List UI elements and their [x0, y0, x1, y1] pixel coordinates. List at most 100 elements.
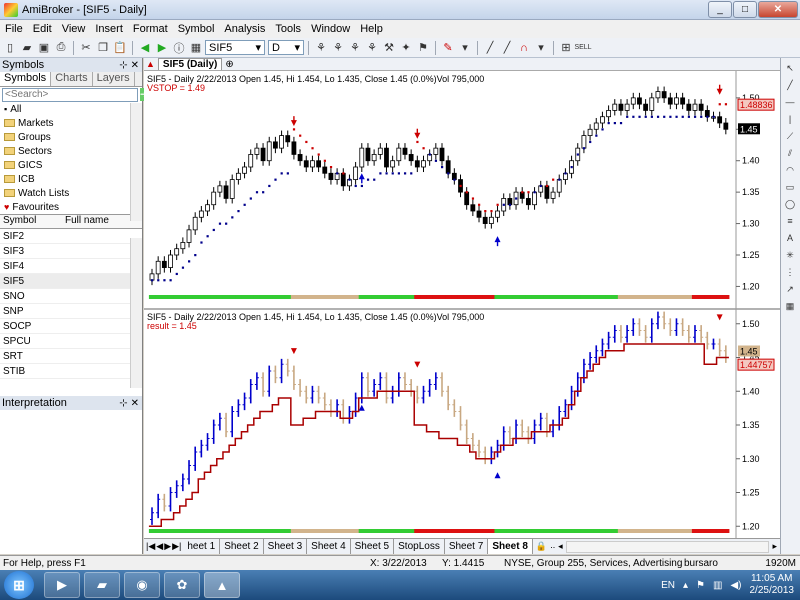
prev-sheet-icon[interactable]: ◀	[156, 541, 163, 552]
open-folder-icon[interactable]: ▰	[19, 40, 35, 56]
tab-layers[interactable]: Layers	[93, 72, 135, 86]
tab-sheet-7[interactable]: Sheet 7	[445, 539, 489, 554]
cycle-tool-icon[interactable]: ⋮	[783, 265, 797, 279]
copy-icon[interactable]: ❐	[95, 40, 111, 56]
draw-line-icon[interactable]: ╱	[499, 40, 515, 56]
dots-icon[interactable]: ∙∙	[550, 542, 555, 552]
interval-combo[interactable]: D ▾	[268, 40, 304, 55]
list-item[interactable]: SNO	[0, 289, 142, 304]
tab-symbols[interactable]: Symbols	[0, 72, 52, 86]
tab-sheet-8[interactable]: Sheet 8	[488, 539, 533, 554]
channel-tool-icon[interactable]: ⫽	[783, 146, 797, 160]
info-icon[interactable]: ⓘ	[171, 40, 187, 56]
line-icon[interactable]: ⚘	[347, 40, 363, 56]
tree-item-sectors[interactable]: Sectors	[0, 144, 142, 158]
menu-edit[interactable]: Edit	[28, 23, 57, 35]
list-scrollbar[interactable]	[130, 238, 142, 388]
fib-tool-icon[interactable]: ≡	[783, 214, 797, 228]
tab-charts[interactable]: Charts	[51, 72, 93, 86]
list-item[interactable]: SOCP	[0, 319, 142, 334]
tray-arrow-icon[interactable]: ▴	[683, 580, 688, 591]
doc-tab-sif5[interactable]: SIF5 (Daily)	[157, 58, 223, 70]
next-sheet-icon[interactable]: ▶	[164, 541, 171, 552]
scroll-right-icon[interactable]: ▸	[772, 541, 777, 552]
tree-item-icb[interactable]: ICB	[0, 172, 142, 186]
pin-icon[interactable]: ⊹	[119, 398, 127, 409]
menu-tools[interactable]: Tools	[270, 23, 306, 35]
scroll-left-icon[interactable]: ◂	[558, 541, 563, 552]
pin-icon[interactable]: ⊹	[119, 60, 127, 71]
paint-icon[interactable]: ✿	[164, 572, 200, 598]
tree-item-watch-lists[interactable]: Watch Lists	[0, 186, 142, 200]
menu-view[interactable]: View	[57, 23, 91, 35]
new-tab-icon[interactable]: ⊕	[225, 59, 233, 70]
list-item[interactable]: SNP	[0, 304, 142, 319]
vline-tool-icon[interactable]: |	[783, 112, 797, 126]
line-tool-icon[interactable]: ╱	[783, 78, 797, 92]
language-indicator[interactable]: EN	[661, 580, 675, 591]
tree-item-gics[interactable]: GICS	[0, 158, 142, 172]
close-icon[interactable]: ✕	[131, 60, 139, 71]
menu-analysis[interactable]: Analysis	[219, 23, 270, 35]
chart-area[interactable]: SIF5 - Daily 2/22/2013 Open 1.45, Hi 1.4…	[144, 71, 780, 538]
list-item[interactable]: STIB	[0, 364, 142, 379]
arrow-tool-icon[interactable]: ↗	[783, 282, 797, 296]
list-item[interactable]: SIF2	[0, 229, 142, 244]
search-input[interactable]	[2, 87, 138, 102]
tab-stoploss[interactable]: StopLoss	[394, 539, 445, 554]
rect-tool-icon[interactable]: ▭	[783, 180, 797, 194]
candlestick-icon[interactable]: ⚘	[313, 40, 329, 56]
calculator-icon[interactable]: ▦	[188, 40, 204, 56]
media-player-icon[interactable]: ▶	[44, 572, 80, 598]
menu-file[interactable]: File	[0, 23, 28, 35]
flag-icon[interactable]: ⚑	[415, 40, 431, 56]
menu-insert[interactable]: Insert	[90, 23, 128, 35]
sell-icon[interactable]: SELL	[574, 40, 591, 56]
paste-icon[interactable]: 📋	[112, 40, 128, 56]
print-icon[interactable]: ⎙	[53, 40, 69, 56]
clock[interactable]: 11:05 AM 2/25/2013	[750, 573, 795, 597]
menu-symbol[interactable]: Symbol	[173, 23, 220, 35]
tab-sheet-5[interactable]: Sheet 5	[351, 539, 395, 554]
back-icon[interactable]: ◀	[137, 40, 153, 56]
network-icon[interactable]: ▥	[713, 580, 722, 591]
tab-sheet-2[interactable]: Sheet 2	[220, 539, 264, 554]
chevron-down-icon[interactable]: ▾	[533, 40, 549, 56]
list-item[interactable]: SIF4	[0, 259, 142, 274]
forward-icon[interactable]: ▶	[154, 40, 170, 56]
cut-icon[interactable]: ✂	[78, 40, 94, 56]
firefox-icon[interactable]: ◉	[124, 572, 160, 598]
hammer-icon[interactable]: ⚒	[381, 40, 397, 56]
zoom-icon[interactable]: ⚘	[364, 40, 380, 56]
list-item[interactable]: SPCU	[0, 334, 142, 349]
indicator-icon[interactable]: ⊞	[558, 40, 574, 56]
list-item[interactable]: SIF5	[0, 274, 142, 289]
amibroker-task-icon[interactable]: ▲	[204, 572, 240, 598]
menu-window[interactable]: Window	[306, 23, 355, 35]
col-symbol[interactable]: Symbol	[0, 215, 62, 228]
save-icon[interactable]: ▣	[36, 40, 52, 56]
tab-sheet-1[interactable]: heet 1	[183, 539, 221, 554]
start-button[interactable]: ⊞	[4, 571, 34, 599]
horizontal-scrollbar[interactable]	[565, 540, 770, 553]
ellipse-tool-icon[interactable]: ◯	[783, 197, 797, 211]
menu-help[interactable]: Help	[355, 23, 388, 35]
list-item[interactable]: SIF3	[0, 244, 142, 259]
grid-tool-icon[interactable]: ▦	[783, 299, 797, 313]
tab-sheet-4[interactable]: Sheet 4	[307, 539, 351, 554]
menu-format[interactable]: Format	[128, 23, 173, 35]
symbol-combo[interactable]: SIF5 ▾	[205, 40, 265, 55]
text-tool-icon[interactable]: A	[783, 231, 797, 245]
lock-icon[interactable]: 🔒	[536, 541, 547, 552]
col-full-name[interactable]: Full name	[62, 215, 109, 228]
tree-scrollbar[interactable]	[130, 103, 142, 221]
volume-icon[interactable]: ◀)	[730, 580, 741, 591]
list-item[interactable]: SRT	[0, 349, 142, 364]
wizard-icon[interactable]: ✦	[398, 40, 414, 56]
hline-tool-icon[interactable]: —	[783, 95, 797, 109]
magnet-icon[interactable]: ∩	[516, 40, 532, 56]
bar-icon[interactable]: ⚘	[330, 40, 346, 56]
pointer-icon[interactable]: ↖	[783, 61, 797, 75]
last-sheet-icon[interactable]: ▶|	[172, 541, 181, 552]
tree-item-markets[interactable]: Markets	[0, 116, 142, 130]
